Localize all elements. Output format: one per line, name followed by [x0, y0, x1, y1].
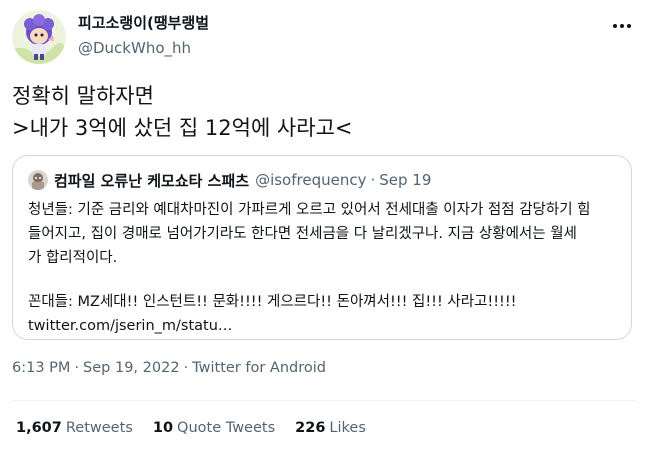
tweet-text: 정확히 말하자면 >내가 3억에 샀던 집 12억에 사라고< [12, 80, 632, 144]
tweet-text-line: >내가 3억에 샀던 집 12억에 사라고< [12, 116, 353, 140]
quoted-tweet-header: 컴파일 오류난 케모쇼타 스패츠 @isofrequency · Sep 19 [28, 169, 431, 191]
author-handle[interactable]: @DuckWho_hh [78, 38, 209, 58]
author-display-name[interactable]: 피고소랭이(땡부랭벌 [78, 13, 209, 33]
quoted-tweet[interactable]: 컴파일 오류난 케모쇼타 스패츠 @isofrequency · Sep 19 … [12, 155, 632, 340]
author-info: 피고소랭이(땡부랭벌 @DuckWho_hh [78, 13, 209, 58]
quoted-separator: · [370, 171, 376, 189]
tweet-header: 피고소랭이(땡부랭벌 @DuckWho_hh [12, 10, 636, 66]
likes-label: Likes [329, 420, 366, 436]
quoted-author-handle: @isofrequency [255, 171, 367, 189]
quote-tweets-count: 10 [152, 420, 174, 436]
quote-tweets-stat[interactable]: 10 Quote Tweets [153, 420, 275, 436]
tweet-text-line: 정확히 말하자면 [12, 84, 154, 108]
quoted-body-line: 꼰대들: MZ세대!! 인스턴트!! 문화!!!! 게으르다!! 돈아껴서!!!… [28, 294, 517, 310]
quote-tweets-label: Quote Tweets [177, 420, 276, 436]
timestamp-separator: · [183, 360, 189, 376]
more-options-icon[interactable] [610, 20, 634, 32]
quoted-body-line: 청년들: 기준 금리와 예대차마진이 가파르게 오르고 있어서 전세대출 이자가… [28, 202, 591, 218]
retweets-stat[interactable]: 1,607 Retweets [16, 420, 133, 436]
timestamp-date[interactable]: Sep 19, 2022 [83, 360, 180, 376]
quoted-link[interactable]: twitter.com/jserin_m/statu… [28, 314, 618, 338]
likes-count: 226 [295, 420, 326, 436]
tweet-stats: 1,607 Retweets 10 Quote Tweets 226 Likes [16, 420, 366, 436]
quoted-author-avatar [28, 170, 48, 190]
timestamp-source[interactable]: Twitter for Android [192, 360, 326, 376]
retweets-label: Retweets [65, 420, 133, 436]
author-avatar[interactable] [12, 10, 66, 64]
timestamp-time[interactable]: 6:13 PM [12, 360, 70, 376]
quoted-body-line: 가 합리적이다. [28, 250, 118, 266]
timestamp-separator: · [74, 360, 80, 376]
quoted-tweet-body: 청년들: 기준 금리와 예대차마진이 가파르게 오르고 있어서 전세대출 이자가… [28, 198, 618, 338]
quoted-author-name: 컴파일 오류난 케모쇼타 스패츠 [54, 171, 250, 190]
retweets-count: 1,607 [16, 420, 62, 436]
tweet-timestamp: 6:13 PM · Sep 19, 2022 · Twitter for And… [12, 360, 326, 376]
likes-stat[interactable]: 226 Likes [295, 420, 366, 436]
divider [12, 400, 636, 401]
quoted-body-line: 들어지고, 집이 경매로 넘어가기라도 한다면 전세금을 다 날리겠구나. 지금… [28, 226, 577, 242]
quoted-date: Sep 19 [379, 171, 432, 189]
